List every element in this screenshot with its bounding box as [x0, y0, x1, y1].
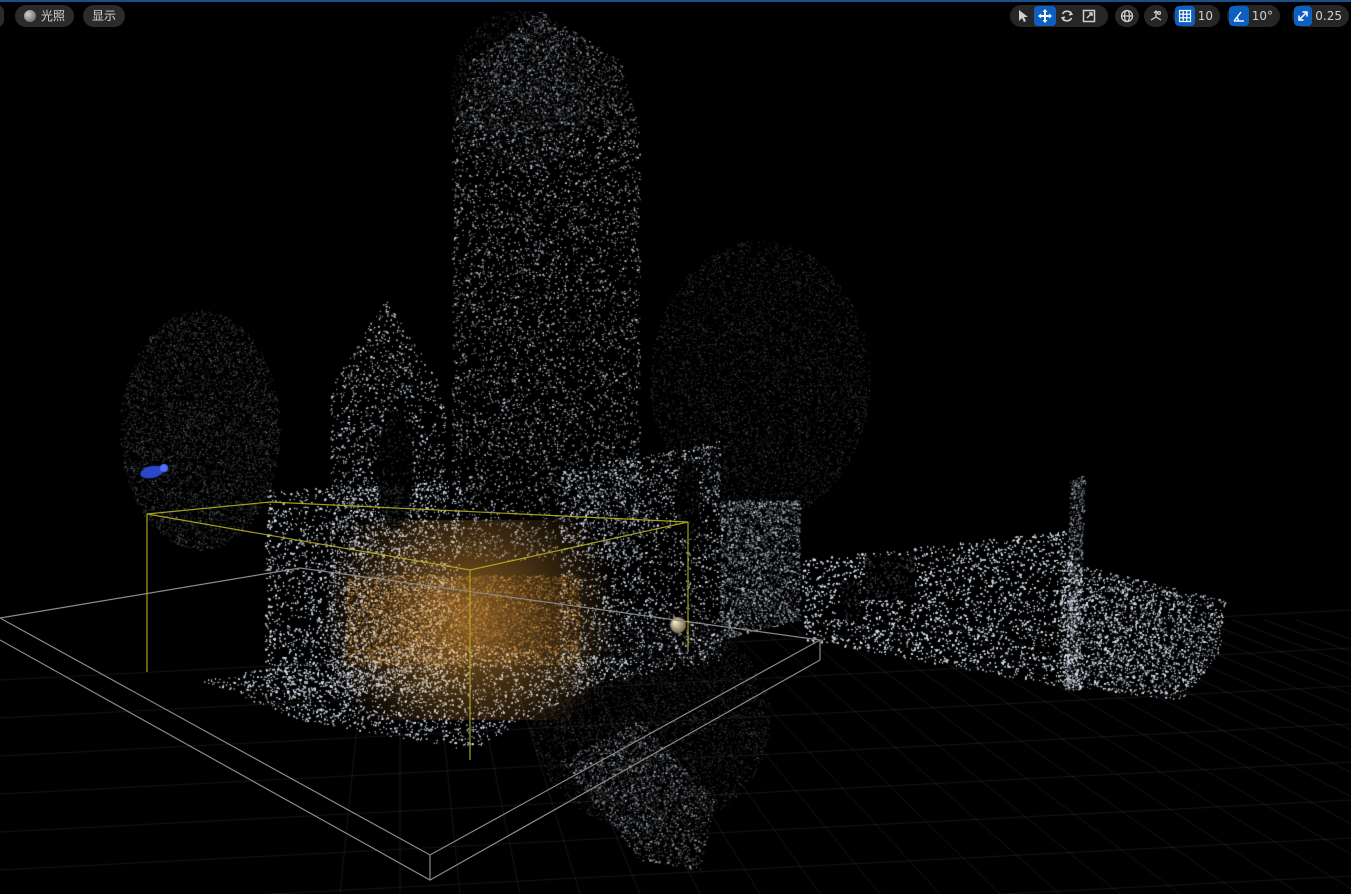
grid-snap-value[interactable]: 10: [1195, 6, 1218, 26]
rotation-snap-group: 10°: [1227, 5, 1280, 27]
world-space-button[interactable]: [1117, 6, 1137, 26]
level-viewport[interactable]: 光照 显示 10 10° 0.25: [0, 0, 1351, 894]
select-mode-button[interactable]: [1012, 6, 1034, 26]
lighting-mode-button[interactable]: 光照: [15, 5, 75, 27]
scale-snap-value[interactable]: 0.25: [1312, 6, 1347, 26]
rotate-icon: [1060, 10, 1074, 22]
surface-snap-icon: [1150, 10, 1162, 21]
surface-snap-group: [1144, 5, 1168, 27]
angle-icon: [1233, 11, 1244, 22]
transform-tools-group: [1010, 5, 1108, 27]
translate-mode-button[interactable]: [1034, 6, 1056, 26]
scale-mode-button[interactable]: [1078, 6, 1100, 26]
sphere-icon: [24, 10, 36, 22]
grid-snap-group: 10: [1173, 5, 1220, 27]
cursor-icon: [1019, 10, 1028, 22]
move-icon: [1038, 9, 1052, 23]
show-menu-button[interactable]: 显示: [83, 5, 126, 27]
lighting-mode-label: 光照: [41, 9, 66, 23]
point-cloud-scene[interactable]: [0, 0, 1351, 894]
grid-snap-toggle[interactable]: [1175, 6, 1195, 26]
show-menu-label: 显示: [92, 9, 117, 23]
scale-snap-toggle[interactable]: [1294, 6, 1313, 26]
surface-snap-button[interactable]: [1146, 6, 1166, 26]
rotation-snap-value[interactable]: 10°: [1249, 6, 1278, 26]
scale-snap-group: 0.25: [1292, 5, 1349, 27]
diagonal-arrow-icon: [1298, 11, 1308, 21]
coordinate-space-group: [1115, 5, 1139, 27]
grid-icon: [1178, 9, 1191, 23]
rotation-snap-toggle[interactable]: [1229, 6, 1249, 26]
rotate-mode-button[interactable]: [1056, 6, 1078, 26]
scale-icon: [1082, 9, 1096, 23]
viewport-top-border: [0, 0, 1351, 2]
globe-icon: [1120, 9, 1134, 23]
